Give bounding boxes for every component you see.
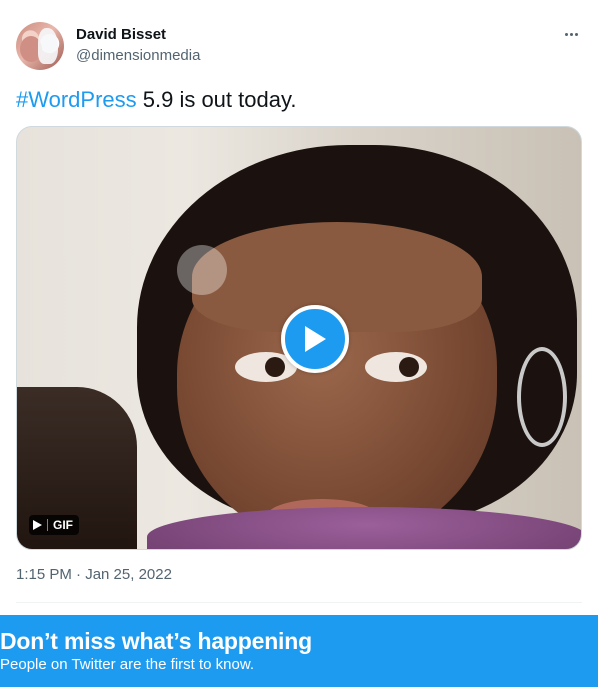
play-icon xyxy=(305,326,326,352)
author-display-name[interactable]: David Bisset xyxy=(76,26,166,43)
avatar-highlight xyxy=(38,28,58,64)
more-dot-icon xyxy=(569,32,573,36)
author-handle[interactable]: @dimensionmedia xyxy=(76,47,200,64)
media-right-eye xyxy=(365,352,427,382)
banner-title: Don’t miss what’s happening xyxy=(0,628,312,654)
tweet-text-body: 5.9 is out today. xyxy=(136,87,297,112)
gif-play-icon xyxy=(33,520,42,530)
banner-subtitle: People on Twitter are the first to know. xyxy=(0,656,255,673)
gif-badge: GIF xyxy=(29,515,79,535)
media-light-spot xyxy=(177,245,227,295)
media-fur-collar xyxy=(147,507,581,549)
gif-badge-label: GIF xyxy=(53,518,73,532)
media-earring xyxy=(517,347,567,447)
more-options-button[interactable] xyxy=(560,22,582,46)
divider xyxy=(16,602,582,603)
avatar[interactable] xyxy=(16,22,64,70)
play-button[interactable] xyxy=(281,305,349,373)
more-dot-icon xyxy=(564,32,568,36)
tweet-header: David Bisset @dimensionmedia xyxy=(16,22,582,72)
tweet-text: #WordPress 5.9 is out today. xyxy=(16,86,296,114)
more-dot-icon xyxy=(574,32,578,36)
gif-badge-divider xyxy=(47,519,48,531)
tweet-timestamp[interactable]: 1:15 PM · Jan 25, 2022 xyxy=(16,566,172,583)
hashtag-link[interactable]: #WordPress xyxy=(16,87,137,112)
signup-banner: Don’t miss what’s happening People on Tw… xyxy=(0,615,598,687)
gif-media[interactable]: GIF xyxy=(16,126,582,550)
